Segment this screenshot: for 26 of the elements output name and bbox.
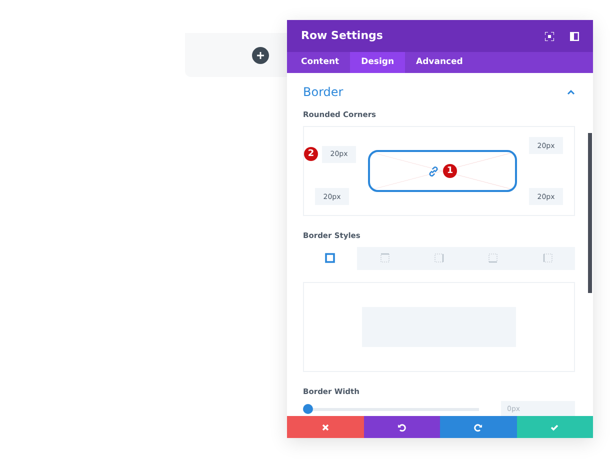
window-title: Row Settings — [301, 28, 383, 44]
undo-icon — [397, 422, 406, 432]
border-right-icon — [433, 252, 446, 264]
tab[interactable]: Content — [290, 52, 350, 73]
border-left-icon — [542, 252, 554, 264]
section-title: Border — [303, 84, 344, 101]
slider-thumb[interactable] — [303, 404, 313, 414]
undo-button[interactable] — [364, 416, 440, 438]
border-top-icon — [378, 252, 391, 264]
add-button[interactable] — [252, 46, 269, 64]
link-icon[interactable] — [428, 166, 439, 177]
annotation-marker: 2 — [304, 147, 318, 162]
border-all-icon — [324, 252, 336, 264]
redo-icon — [474, 422, 483, 432]
split-view-icon[interactable] — [570, 32, 579, 40]
checkmark-icon — [550, 422, 560, 432]
chevron-icon[interactable] — [567, 90, 575, 94]
plus-icon — [257, 52, 264, 58]
border-bottom-icon — [487, 252, 500, 264]
tab[interactable]: Design — [350, 52, 406, 73]
close-icon — [320, 422, 330, 432]
redo-button[interactable] — [440, 416, 516, 438]
annotation-marker: 1 — [443, 164, 457, 178]
fullscreen-icon[interactable] — [545, 32, 554, 40]
save-button[interactable] — [516, 416, 593, 438]
tab[interactable]: Advanced — [405, 52, 474, 73]
